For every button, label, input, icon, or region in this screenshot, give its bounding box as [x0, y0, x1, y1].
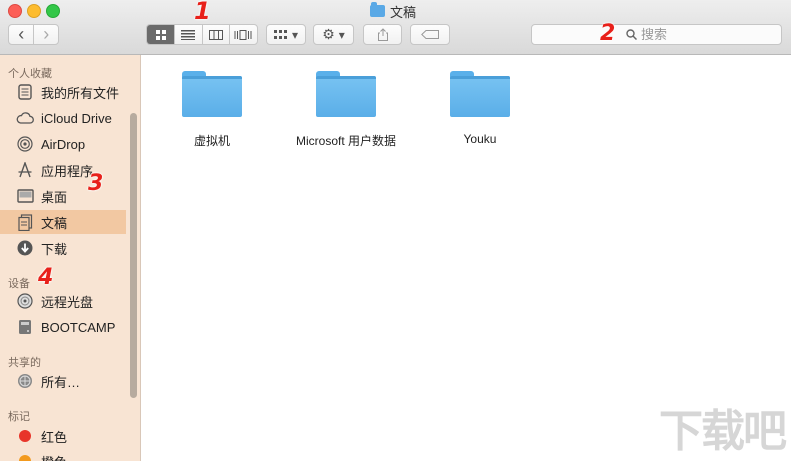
list-icon [181, 29, 196, 40]
share-icon [377, 28, 388, 41]
gear-icon: ⚙ [322, 26, 335, 42]
folder-name: Microsoft 用户数据 [296, 134, 397, 148]
folder-name: 虚拟机 [193, 134, 230, 148]
sidebar-item-label: 应用程序 [41, 163, 94, 179]
search-icon [626, 29, 637, 40]
shared-header: 共享的 [8, 357, 41, 369]
sidebar-scrollbar[interactable] [130, 113, 137, 398]
zoom-window-button[interactable] [46, 4, 60, 18]
annotation-badge-1: 1 [194, 0, 211, 25]
sidebar-item-bootcamp[interactable]: BOOTCAMP [0, 315, 126, 339]
list-view-button[interactable] [175, 25, 203, 44]
chevron-down-icon: ▾ [338, 27, 345, 42]
documents-icon [16, 213, 34, 231]
sidebar-item-label: 远程光盘 [41, 294, 94, 310]
airdrop-icon [16, 135, 34, 153]
sidebar-item-desktop[interactable]: 桌面 [0, 184, 126, 208]
annotation-badge-4: 4 [38, 265, 54, 290]
cloud-icon [16, 109, 34, 127]
window-title: 文稿 [370, 2, 416, 20]
tags-header: 标记 [8, 411, 30, 423]
sidebar-item-documents[interactable]: 文稿 [0, 210, 126, 234]
view-mode-segmented-control [146, 24, 258, 45]
sidebar-item-airdrop[interactable]: AirDrop [0, 132, 126, 156]
toolbar: 文稿 ‹ › ▾ ⚙ ▾ 搜索 1 2 [0, 0, 791, 55]
tag-button[interactable] [410, 24, 450, 45]
sidebar-item-icloud-drive[interactable]: iCloud Drive [0, 106, 126, 130]
sidebar-item-downloads[interactable]: 下载 [0, 236, 126, 260]
all-files-icon [16, 83, 34, 101]
action-button[interactable]: ⚙ ▾ [313, 24, 354, 45]
folder-item[interactable]: 虚拟机 [182, 71, 242, 149]
close-window-button[interactable] [8, 4, 22, 18]
finder-window: 文稿 ‹ › ▾ ⚙ ▾ 搜索 1 2 个人收藏 我的所有文件 iCloud D… [0, 0, 791, 461]
arrange-grid-icon [273, 29, 287, 39]
arrange-button[interactable]: ▾ [266, 24, 306, 45]
share-button[interactable] [363, 24, 402, 45]
folder-icon [316, 71, 376, 117]
sidebar-item-all-files[interactable]: 我的所有文件 [0, 80, 126, 104]
sidebar-item-tag-orange[interactable]: 橙色 [0, 449, 126, 461]
sidebar-item-label: BOOTCAMP [41, 319, 116, 335]
sidebar-item-all-shared[interactable]: 所有… [0, 369, 126, 393]
watermark-logo: 下载吧 [659, 406, 787, 457]
forward-button[interactable]: › [34, 25, 58, 44]
search-field[interactable] [531, 24, 782, 45]
sidebar-item-label: 下载 [41, 241, 68, 257]
download-icon [16, 239, 34, 257]
orange-tag-icon [16, 452, 34, 461]
search-input[interactable] [641, 27, 761, 42]
sidebar: 个人收藏 我的所有文件 iCloud Drive AirDrop 应用程序 桌面… [0, 55, 141, 461]
sidebar-item-label: iCloud Drive [41, 110, 112, 126]
minimize-window-button[interactable] [27, 4, 41, 18]
folder-item[interactable]: Youku [450, 71, 510, 146]
sidebar-item-label: 桌面 [41, 189, 68, 205]
grid-icon [155, 29, 166, 40]
favorites-header: 个人收藏 [8, 68, 52, 80]
chevron-down-icon: ▾ [291, 27, 299, 42]
annotation-badge-2: 2 [600, 21, 616, 46]
folder-icon [450, 71, 510, 117]
sidebar-item-label: AirDrop [41, 136, 86, 152]
annotation-badge-3: 3 [88, 171, 104, 196]
folder-name: Youku [463, 132, 497, 146]
cover-flow-icon [234, 29, 252, 40]
red-tag-icon [16, 427, 34, 445]
sidebar-item-label: 橙色 [41, 452, 67, 461]
columns-icon [208, 29, 223, 40]
navigation-group: ‹ › [8, 24, 59, 45]
folder-icon [182, 71, 242, 117]
cover-flow-button[interactable] [230, 25, 257, 44]
network-icon [16, 372, 34, 390]
window-title-text: 文稿 [390, 4, 417, 20]
sidebar-item-label: 红色 [41, 429, 68, 445]
back-button[interactable]: ‹ [9, 25, 35, 44]
icon-view-button[interactable] [147, 25, 176, 44]
folder-item[interactable]: Microsoft 用户数据 [296, 71, 396, 149]
sidebar-item-label: 我的所有文件 [41, 85, 120, 101]
file-browser: 虚拟机 Microsoft 用户数据 Youku 下载吧 [142, 55, 791, 461]
sidebar-item-tag-red[interactable]: 红色 [0, 424, 126, 448]
sidebar-item-applications[interactable]: 应用程序 [0, 158, 126, 182]
applications-icon [16, 161, 34, 179]
desktop-icon [16, 187, 34, 205]
drive-icon [16, 318, 34, 336]
tag-icon [421, 30, 439, 39]
sidebar-item-label: 文稿 [41, 215, 68, 231]
column-view-button[interactable] [203, 25, 230, 44]
disc-icon [16, 292, 34, 310]
sidebar-item-remote-disc[interactable]: 远程光盘 [0, 289, 126, 313]
folder-icon [370, 2, 385, 17]
sidebar-item-label: 所有… [41, 374, 81, 390]
